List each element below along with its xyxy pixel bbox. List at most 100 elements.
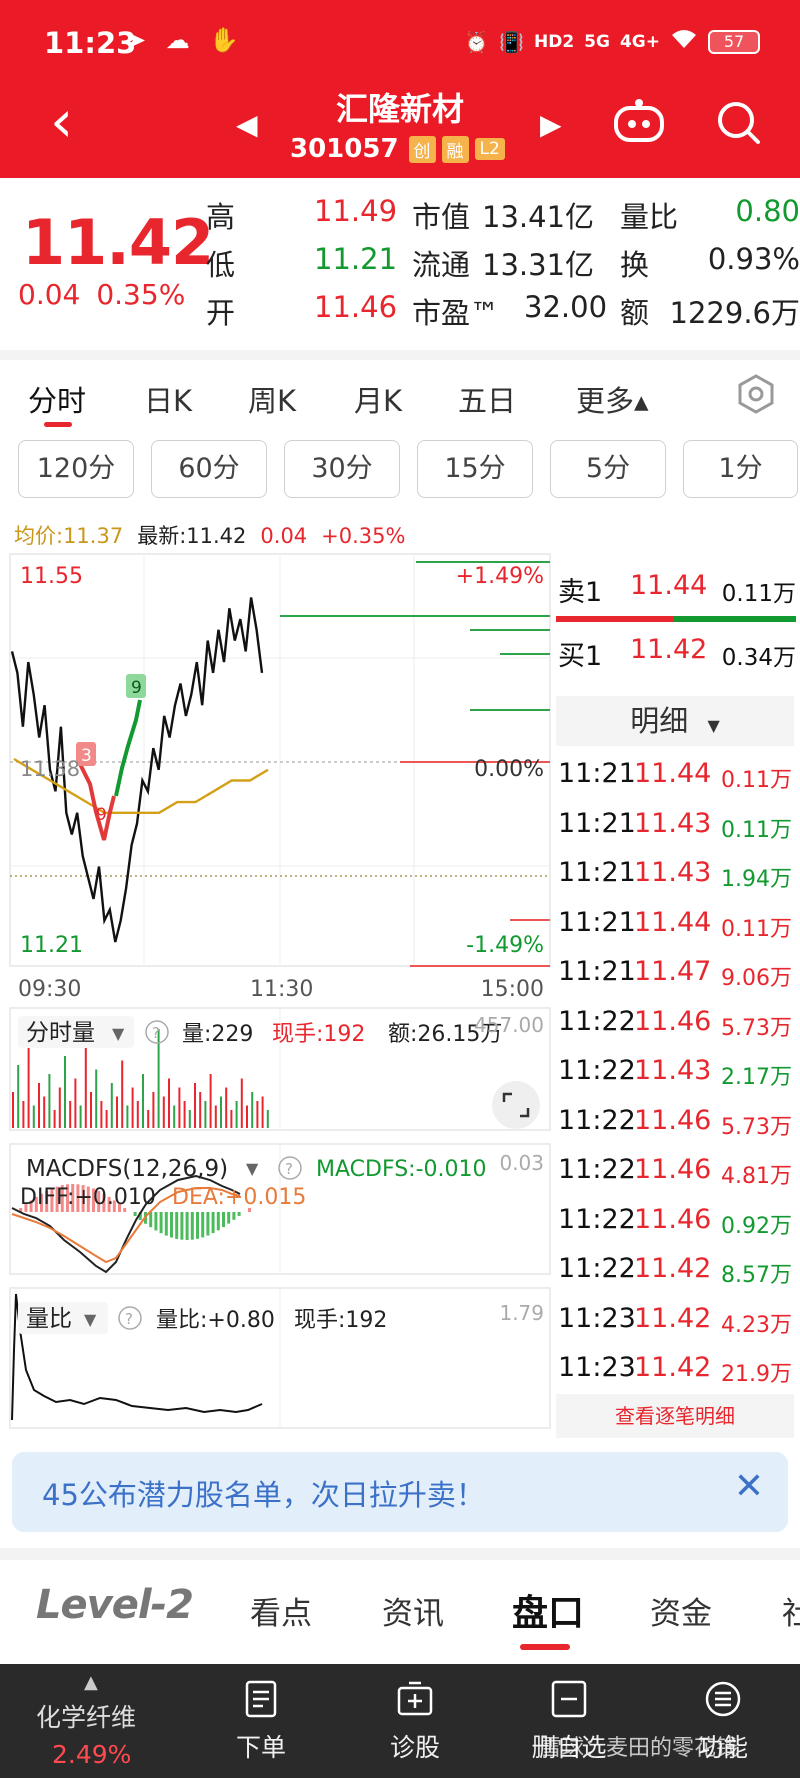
tick-price: 11.44 [634,758,712,789]
volume-bar [64,1056,66,1128]
volume-bar [105,1110,108,1128]
tab-weekly-k[interactable]: 周K [248,378,296,420]
robot-assistant-icon[interactable] [612,98,666,144]
period-30[interactable]: 30分 [284,440,400,498]
tab-funds[interactable]: 资金 [650,1588,712,1633]
volume-bar [246,1105,248,1128]
chart-settings-icon[interactable] [734,372,778,416]
xtick-1130: 11:30 [250,977,313,1002]
ratio-hand: 现手:192 [294,1308,387,1333]
tick-volume: 0.11万 [721,916,792,942]
tick-volume: 21.9万 [721,1362,792,1387]
tick-price: 11.46 [634,1005,712,1037]
tick-time: 11:22 [558,1203,636,1235]
volume-bar [95,1069,98,1128]
label-pe: 市盈™ [412,296,500,330]
tick-price: 11.42 [634,1352,712,1383]
status-time: 11:23 [44,26,137,60]
tab-intraday[interactable]: 分时 [28,378,86,420]
hd-icon: HD2 [534,31,575,52]
latest-pct: +0.35% [321,524,406,548]
tick-time: 11:21 [558,758,636,789]
macd-bar [211,1212,215,1234]
tab-daily-k[interactable]: 日K [144,378,192,420]
stock-code: 301057 [290,134,399,164]
sell1-label: 卖1 [558,577,603,608]
tick-time: 11:22 [558,1005,636,1037]
banner-close-icon[interactable]: ✕ [734,1466,764,1507]
buy1-label: 买1 [558,641,603,672]
tab-highlights[interactable]: 看点 [250,1588,312,1633]
marker-label-9a: 9 [131,678,142,698]
tick-volume: 1.94万 [721,867,792,892]
volume-bar [251,1092,254,1128]
tick-time: 11:21 [558,857,636,888]
tab-more[interactable]: 更多▴ [576,378,649,420]
pct-mid-label: 0.00% [474,757,544,782]
label-high: 高 [206,200,236,234]
volume-label[interactable]: 分时量 [26,1020,95,1046]
period-120[interactable]: 120分 [18,440,134,498]
period-60[interactable]: 60分 [151,440,267,498]
volume-bar [240,1078,243,1128]
tab-level2[interactable]: Level-2 [36,1582,194,1628]
period-1[interactable]: 1分 [683,440,798,498]
ratio-label[interactable]: 量比 [26,1306,72,1332]
macd-bar [206,1212,210,1236]
macd-label[interactable]: MACDFS(12,26,9) [26,1156,228,1182]
promo-banner[interactable]: 45公布潜力股名单，次日拉升卖！ ✕ [12,1452,788,1532]
volume-hand: 现手:192 [272,1022,365,1047]
quote-row-open: 开 11.46 市盈™ 32.00 额 1229.6万 [206,290,800,338]
tick-row: 11:22 11.46 4.81万 [556,1146,796,1196]
volume-bar [261,1096,264,1128]
volume-bar [12,1092,14,1128]
next-stock-icon[interactable]: ▶ [540,108,562,141]
tab-monthly-k[interactable]: 月K [354,378,402,420]
view-all-ticks-button[interactable]: 查看逐笔明细 [556,1394,794,1438]
ratio-max: 1.79 [499,1301,544,1325]
quote-panel: 11.42 0.04 0.35% 高 11.49 市值 13.41亿 量比 0.8… [0,178,800,350]
tick-price: 11.43 [634,807,712,839]
tick-price: 11.46 [634,1104,712,1136]
intraday-chart[interactable]: 9 3 9 11.55 11.38 11.21 +1.49% 0.00% -1.… [0,550,552,1440]
period-5[interactable]: 5分 [550,440,666,498]
tick-volume: 4.23万 [721,1312,792,1338]
macd-bar [180,1212,184,1240]
order-button[interactable]: 下单 [206,1680,316,1764]
tick-volume: 9.06万 [721,966,792,991]
tab-handicap[interactable]: 盘口 [512,1584,584,1636]
order-icon [245,1680,277,1718]
tick-row: 11:22 11.46 5.73万 [556,998,796,1048]
macd-bar [154,1212,158,1231]
top-header: 11:23 ➤ ☁ ✋ ⏰ 📳 HD2 5G 4G+ 57 ‹ ◀ 汇隆新材 ▶… [0,0,800,178]
macd-bar [159,1212,163,1234]
volume-bar [126,1105,129,1128]
label-float-cap: 流通 [412,248,471,282]
macd-dropdown-icon[interactable]: ▼ [246,1159,259,1178]
tick-volume: 0.11万 [721,817,792,843]
tab-news[interactable]: 资讯 [382,1588,444,1633]
detail-dropdown[interactable]: 明细 ▼ [556,696,794,746]
tab-underline [44,422,72,427]
volume-dropdown-icon[interactable]: ▼ [112,1024,125,1043]
tick-time: 11:22 [558,1104,636,1136]
tab-community[interactable]: 社 [782,1588,800,1633]
volume-bar [209,1074,212,1128]
tag-rong: 融 [441,135,469,163]
diagnose-button[interactable]: 诊股 [360,1680,470,1764]
price-high-label: 11.55 [20,564,83,589]
marker-label-3: 3 [81,746,92,766]
back-icon[interactable]: ‹ [50,92,73,150]
volume-bar [142,1074,144,1128]
period-15[interactable]: 15分 [417,440,533,498]
fullscreen-button[interactable] [492,1081,540,1129]
search-icon[interactable] [714,98,762,146]
volume-bar [48,1074,51,1128]
prev-stock-icon[interactable]: ◀ [236,108,258,141]
volume-bar [22,1101,25,1128]
tab-five-day[interactable]: 五日 [458,378,516,420]
sector-name[interactable]: 化学纤维 [36,1698,136,1734]
tick-row: 11:22 11.46 0.92万 [556,1196,796,1246]
value-high: 11.49 [314,194,398,228]
ratio-dropdown-icon[interactable]: ▼ [84,1310,97,1329]
